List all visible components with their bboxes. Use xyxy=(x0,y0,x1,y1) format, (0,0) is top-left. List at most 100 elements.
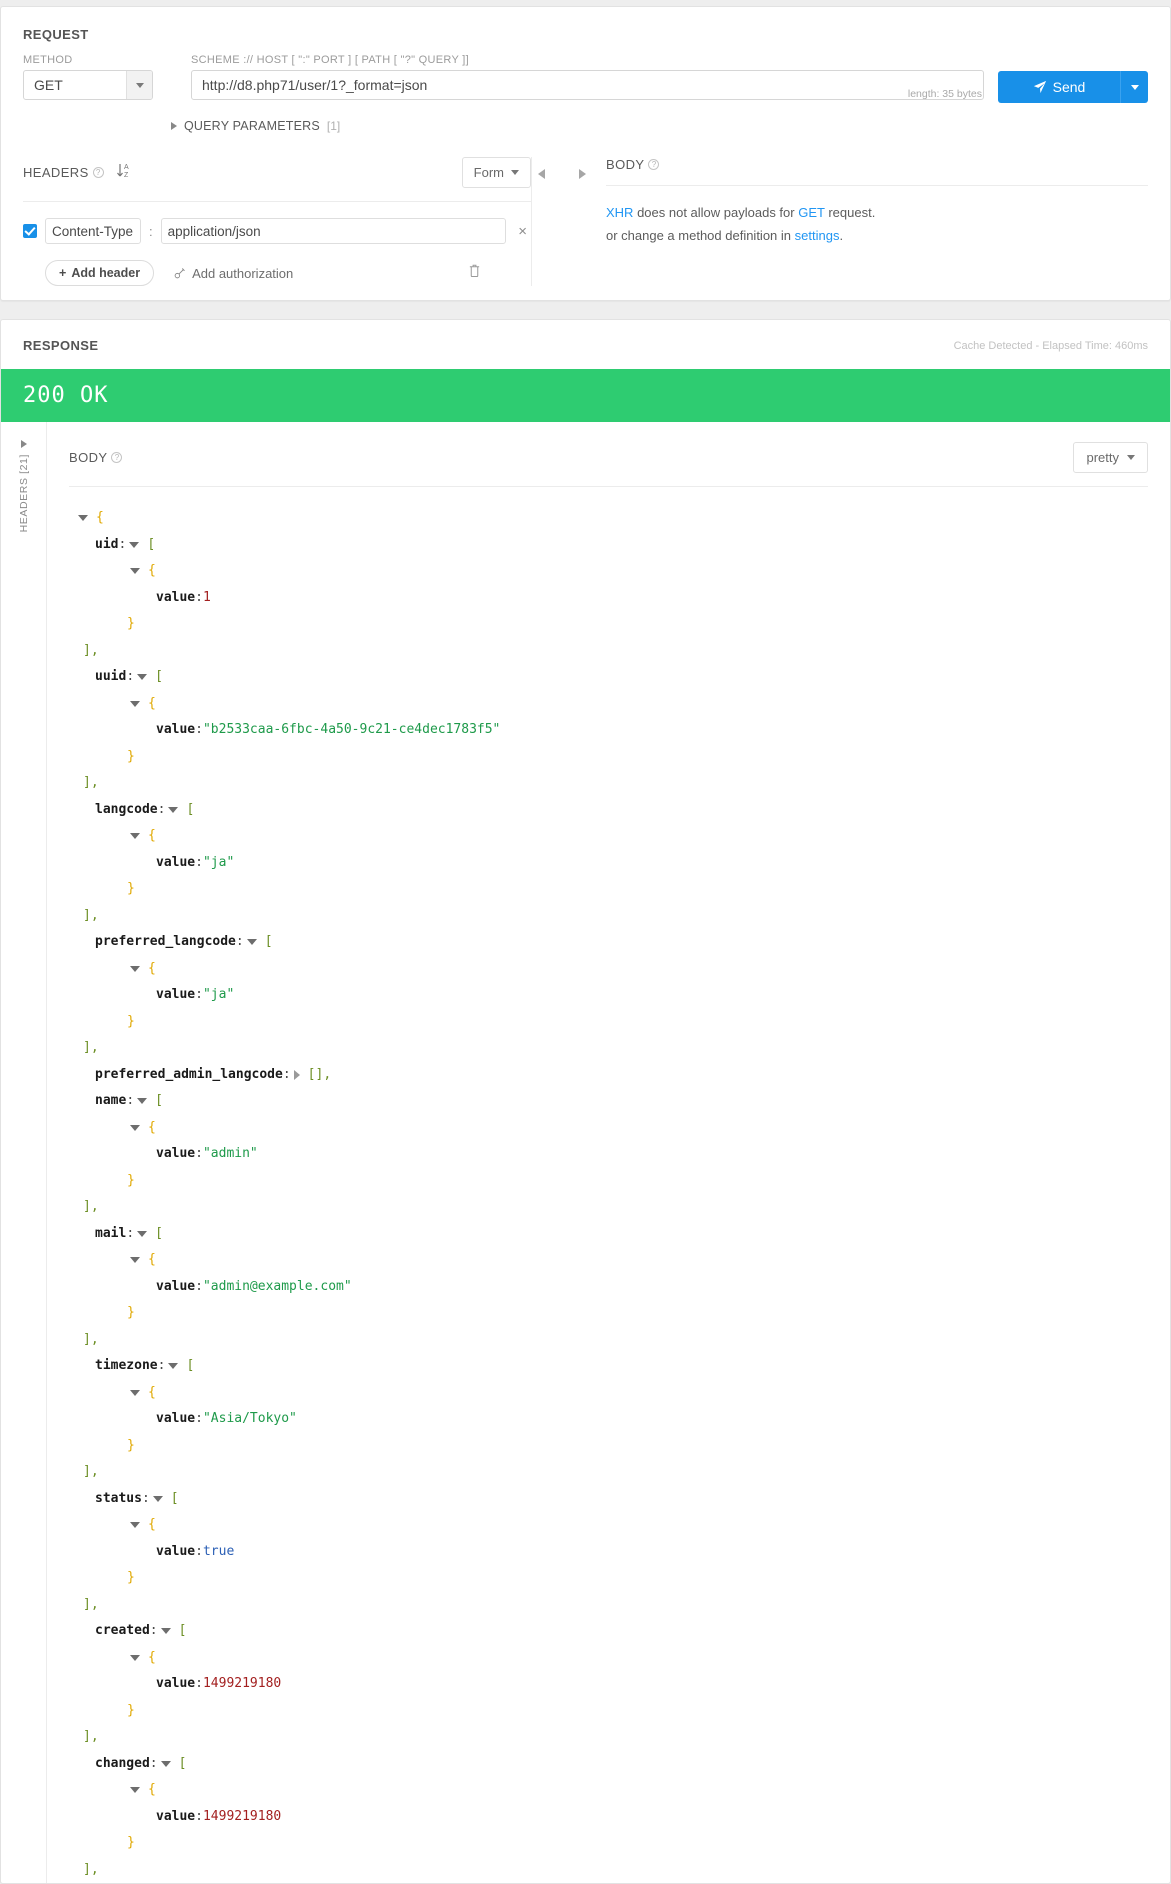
expand-toggle-icon[interactable] xyxy=(293,1069,300,1080)
json-line: { xyxy=(69,1115,1148,1142)
url-input[interactable] xyxy=(191,70,984,100)
sort-alpha-icon[interactable]: A Z xyxy=(116,162,131,184)
paper-plane-icon xyxy=(1033,80,1046,94)
json-line: name : [ xyxy=(69,1088,1148,1115)
json-key: uid xyxy=(95,536,119,552)
json-colon: : xyxy=(149,1755,158,1771)
json-open-brace: { xyxy=(148,1782,156,1797)
add-authorization-label: Add authorization xyxy=(192,265,294,281)
response-status-bar: 200 OK xyxy=(1,369,1170,422)
header-enabled-checkbox[interactable] xyxy=(23,224,37,238)
collapse-toggle-icon[interactable] xyxy=(130,1522,140,1529)
json-key: value xyxy=(156,1278,196,1294)
collapse-toggle-icon[interactable] xyxy=(168,1363,179,1370)
json-key: value xyxy=(156,589,196,605)
response-format-select[interactable]: pretty xyxy=(1073,442,1148,473)
help-icon[interactable]: ? xyxy=(92,167,104,178)
collapse-toggle-icon[interactable] xyxy=(78,515,88,522)
json-colon: : xyxy=(118,536,127,552)
collapse-toggle-icon[interactable] xyxy=(130,568,140,575)
json-close-brace: } xyxy=(127,1570,135,1585)
collapse-toggle-icon[interactable] xyxy=(130,1257,140,1264)
delete-all-headers-button[interactable] xyxy=(468,263,481,283)
json-value: "ja" xyxy=(202,854,235,870)
json-open-bracket: [ xyxy=(155,1225,163,1241)
json-open-brace: { xyxy=(148,828,156,843)
json-line: uuid : [ xyxy=(69,664,1148,691)
json-value: "Asia/Tokyo" xyxy=(202,1411,297,1426)
remove-header-icon[interactable]: × xyxy=(514,223,531,240)
send-button[interactable]: Send xyxy=(998,71,1120,103)
json-line: value : 1 xyxy=(69,585,1148,612)
json-colon: : xyxy=(282,1066,291,1082)
json-close-brace: } xyxy=(127,1013,135,1029)
collapse-toggle-icon[interactable] xyxy=(168,806,179,813)
method-select[interactable]: GET xyxy=(23,70,153,100)
json-line: preferred_langcode : [ xyxy=(69,929,1148,956)
response-section-title: RESPONSE xyxy=(23,338,99,353)
collapse-toggle-icon[interactable] xyxy=(130,1389,140,1396)
svg-text:Z: Z xyxy=(124,172,129,179)
json-tree-viewer[interactable]: {uid : [{value : 1}], uuid : [{value : "b… xyxy=(69,487,1148,1883)
response-panel: RESPONSE Cache Detected - Elapsed Time: … xyxy=(0,319,1171,1884)
method-select-arrow[interactable] xyxy=(126,71,152,99)
collapse-toggle-icon[interactable] xyxy=(130,833,140,840)
collapse-toggle-icon[interactable] xyxy=(130,700,140,707)
response-body-wrap: HEADERS [21] BODY ? pretty {uid : [{valu… xyxy=(1,422,1170,1883)
help-icon[interactable]: ? xyxy=(111,452,123,463)
add-authorization-button[interactable]: Add authorization xyxy=(174,266,293,281)
collapse-toggle-icon[interactable] xyxy=(130,1124,140,1131)
json-key: value xyxy=(156,1146,196,1161)
collapse-toggle-icon[interactable] xyxy=(130,1654,140,1661)
json-colon: : xyxy=(195,1808,203,1824)
json-key: status xyxy=(95,1490,142,1506)
collapse-toggle-icon[interactable] xyxy=(130,1787,140,1794)
query-parameters-toggle[interactable]: QUERY PARAMETERS [1] xyxy=(1,103,1170,133)
json-open-brace: { xyxy=(148,563,156,578)
prev-panel-button[interactable] xyxy=(538,169,545,179)
response-headers-tab[interactable]: HEADERS [21] xyxy=(1,422,47,1883)
query-parameters-label: QUERY PARAMETERS xyxy=(184,119,320,133)
trash-icon xyxy=(469,264,480,278)
collapse-toggle-icon[interactable] xyxy=(137,1230,148,1237)
response-meta: Cache Detected - Elapsed Time: 460ms xyxy=(953,339,1148,352)
note-text-3: or change a method definition in xyxy=(606,227,795,243)
collapse-toggle-icon[interactable] xyxy=(152,1495,163,1502)
json-key: value xyxy=(156,1808,196,1824)
request-body-toolbar: BODY ? xyxy=(606,157,1148,172)
json-line: } xyxy=(69,611,1148,638)
header-key-input[interactable] xyxy=(45,218,141,244)
settings-link[interactable]: settings xyxy=(795,228,840,243)
json-line: } xyxy=(69,1300,1148,1327)
send-options-button[interactable] xyxy=(1120,71,1148,103)
json-line: ], xyxy=(69,1592,1148,1619)
json-line: } xyxy=(69,1565,1148,1592)
json-line: { xyxy=(69,956,1148,983)
next-panel-button[interactable] xyxy=(579,169,586,179)
json-close-bracket: ], xyxy=(83,1596,99,1612)
json-line: ], xyxy=(69,638,1148,665)
response-header: RESPONSE Cache Detected - Elapsed Time: … xyxy=(1,320,1170,369)
response-body-column: BODY ? pretty {uid : [{value : 1}], uuid … xyxy=(47,422,1170,1883)
collapse-toggle-icon[interactable] xyxy=(246,939,257,946)
collapse-toggle-icon[interactable] xyxy=(137,674,148,681)
collapse-toggle-icon[interactable] xyxy=(160,1628,171,1635)
collapse-toggle-icon[interactable] xyxy=(130,965,140,972)
help-icon[interactable]: ? xyxy=(648,159,660,170)
json-colon: : xyxy=(195,987,203,1002)
headers-view-mode-select[interactable]: Form xyxy=(461,157,531,188)
header-value-input[interactable] xyxy=(160,218,507,244)
collapse-toggle-icon[interactable] xyxy=(137,1098,148,1105)
xhr-link[interactable]: XHR xyxy=(606,205,633,220)
collapse-toggle-icon[interactable] xyxy=(129,541,140,548)
chevron-down-icon xyxy=(1130,84,1139,90)
response-body-toolbar: BODY ? pretty xyxy=(69,442,1148,473)
get-link[interactable]: GET xyxy=(798,205,825,220)
collapse-toggle-icon[interactable] xyxy=(160,1760,171,1767)
json-close-brace: } xyxy=(127,1835,135,1850)
chevron-left-icon xyxy=(538,169,545,179)
add-header-button[interactable]: + Add header xyxy=(45,260,155,286)
json-colon: : xyxy=(195,1146,203,1161)
note-text-1: does not allow payloads for xyxy=(633,205,799,220)
json-close-bracket: ], xyxy=(83,1729,99,1744)
